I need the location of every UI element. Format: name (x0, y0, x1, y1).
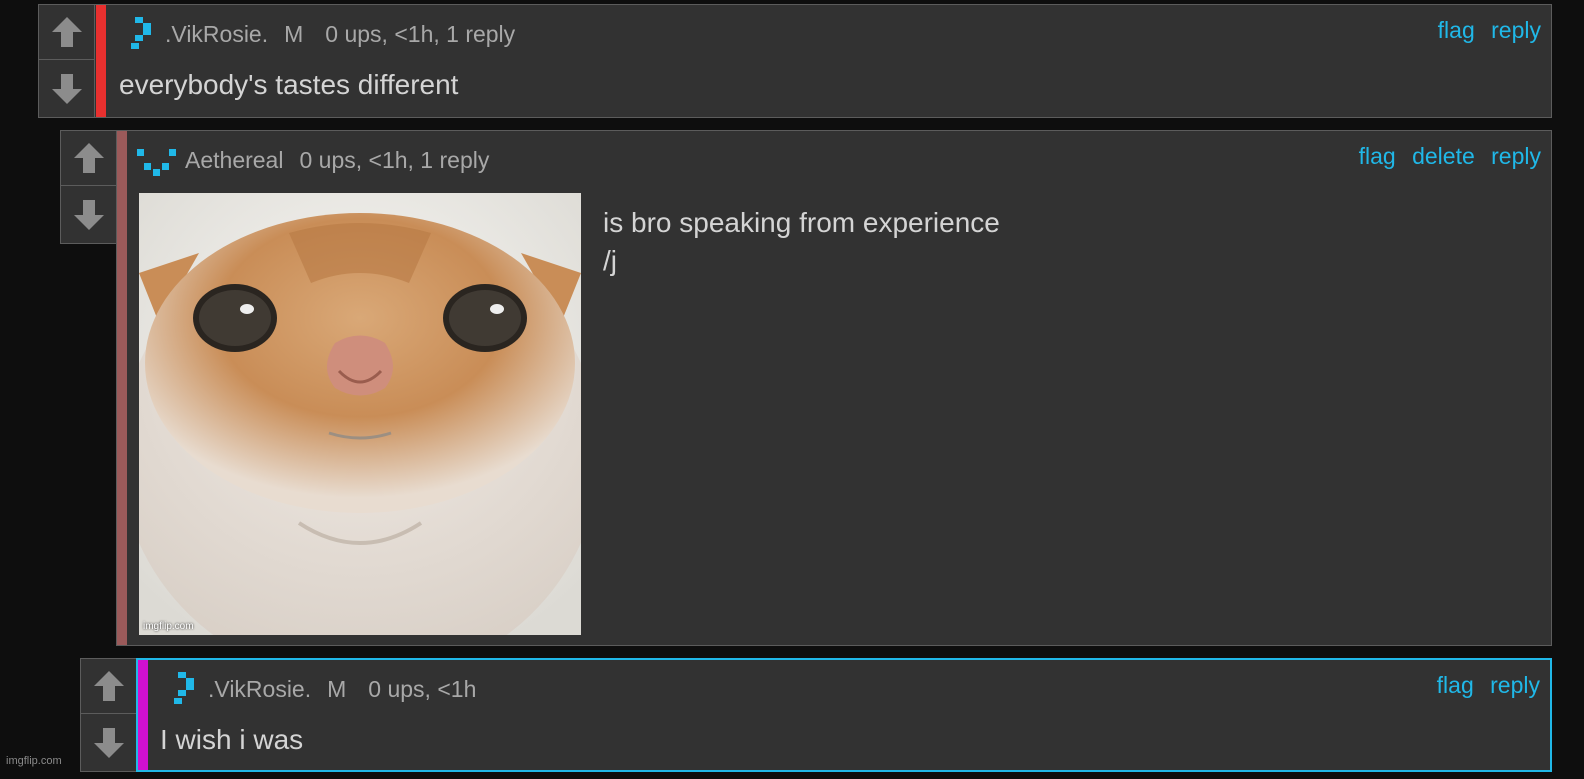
mod-badge: M (327, 675, 347, 702)
comment-2-body: Aethereal 0 ups, <1h, 1 reply flag delet… (116, 130, 1552, 646)
comment-stats: 0 ups, <1h, 1 reply (299, 146, 490, 173)
comment-actions: flag delete reply (1349, 143, 1541, 170)
comment-text: I wish i was (160, 724, 304, 755)
cat-photo (139, 193, 581, 635)
mod-badge: M (284, 20, 304, 47)
comment-1: .VikRosie. M 0 ups, <1h, 1 reply flag re… (38, 4, 1552, 118)
comment-actions: flag reply (1428, 17, 1541, 44)
arrow-up-icon (93, 671, 124, 701)
arrow-up-icon (73, 143, 104, 173)
avatar-icon (131, 17, 151, 49)
upvote-button[interactable] (39, 5, 94, 60)
arrow-down-icon (51, 73, 82, 104)
comment-stats: 0 ups, <1h (368, 675, 477, 702)
meme-image[interactable]: imgflip.com (139, 193, 581, 635)
flag-link[interactable]: flag (1438, 17, 1475, 43)
downvote-button[interactable] (39, 61, 94, 116)
site-watermark: imgflip.com (6, 755, 62, 767)
comment-3-body: .VikRosie. M 0 ups, <1h flag reply I wis… (136, 658, 1552, 772)
comment-stripe (96, 5, 106, 117)
username-link[interactable]: Aethereal (185, 147, 283, 174)
arrow-down-icon (93, 727, 124, 758)
comment-text-line-1: is bro speaking from experience (603, 207, 1000, 238)
avatar-icon (137, 149, 176, 176)
comment-actions: flag reply (1427, 672, 1540, 699)
vote-controls (39, 5, 95, 117)
downvote-button[interactable] (81, 715, 136, 770)
comment-text-line-2: /j (603, 245, 617, 276)
upvote-button[interactable] (81, 659, 136, 714)
comment-stats: 0 ups, <1h, 1 reply (325, 20, 516, 47)
image-watermark: imgflip.com (143, 621, 194, 632)
comment-text: everybody's tastes different (119, 69, 459, 100)
reply-link[interactable]: reply (1490, 672, 1540, 698)
comment-meta: .VikRosie. M 0 ups, <1h, 1 reply (129, 17, 515, 51)
reply-link[interactable]: reply (1491, 17, 1541, 43)
comment-meta: .VikRosie. M 0 ups, <1h (172, 672, 476, 706)
arrow-up-icon (51, 17, 82, 47)
arrow-down-icon (73, 199, 104, 230)
comment-stripe (138, 660, 148, 770)
flag-link[interactable]: flag (1359, 143, 1396, 169)
comment-2-vote-wrap (60, 130, 118, 244)
downvote-button[interactable] (61, 187, 116, 242)
comment-meta: Aethereal 0 ups, <1h, 1 reply (135, 143, 489, 177)
vote-controls (61, 131, 117, 243)
comment-3-vote-wrap (80, 658, 138, 772)
delete-link[interactable]: delete (1412, 143, 1475, 169)
comment-stripe (117, 131, 127, 645)
reply-link[interactable]: reply (1491, 143, 1541, 169)
vote-controls (81, 659, 137, 771)
flag-link[interactable]: flag (1437, 672, 1474, 698)
username-link[interactable]: .VikRosie. (165, 21, 268, 48)
avatar-icon (174, 672, 194, 704)
username-link[interactable]: .VikRosie. (208, 676, 311, 703)
upvote-button[interactable] (61, 131, 116, 186)
